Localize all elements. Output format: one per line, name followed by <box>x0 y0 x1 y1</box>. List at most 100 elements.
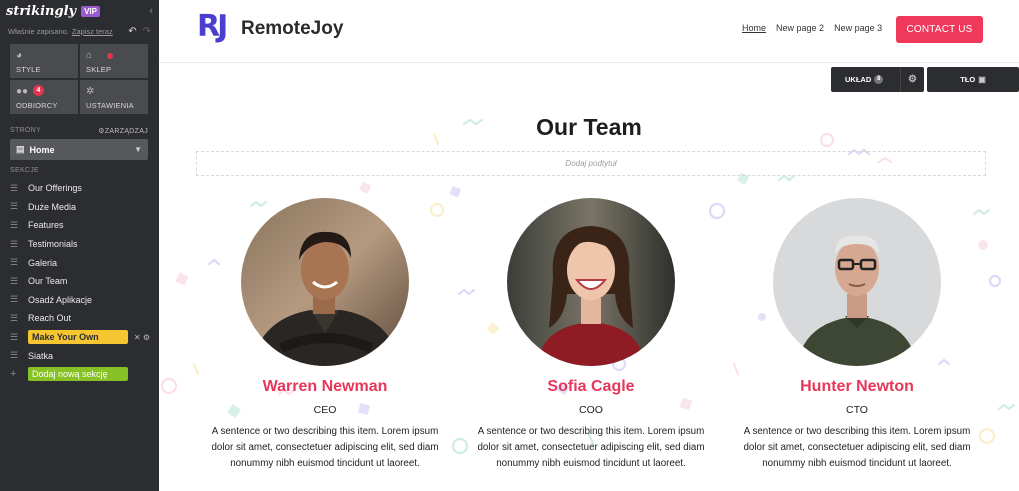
drag-handle-icon[interactable]: ☰ <box>10 257 22 268</box>
team-section-title[interactable]: Our Team <box>159 114 1019 141</box>
drag-handle-icon[interactable]: ☰ <box>10 201 22 212</box>
site-preview: RJ RemoteJoy Home New page 2 New page 3 … <box>159 0 1019 491</box>
member-role[interactable]: COO <box>458 404 724 416</box>
drag-handle-icon[interactable]: ☰ <box>10 313 22 324</box>
page-selector[interactable]: ▤ Home ▼ <box>10 139 148 160</box>
subtitle-placeholder[interactable]: Dodaj podtytuł <box>196 151 986 176</box>
drag-handle-icon[interactable]: ☰ <box>10 350 22 361</box>
section-item[interactable]: ☰ Reach Out <box>10 309 155 328</box>
member-photo[interactable] <box>507 198 675 366</box>
add-section-button[interactable]: + Dodaj nową sekcję <box>10 365 155 384</box>
current-page-name: Home <box>29 144 55 155</box>
woman-portrait-image <box>507 198 675 366</box>
gear-icon[interactable]: ⚙ <box>143 333 150 342</box>
older-man-portrait-image <box>773 198 941 366</box>
manage-gear-icon: ⚙ <box>98 128 105 135</box>
store-tile-label: SKLEP <box>86 65 112 74</box>
pages-header: STRONY ⚙ZARZĄDZAJ <box>10 127 148 135</box>
drag-handle-icon[interactable]: ☰ <box>10 332 22 343</box>
team-member-card: Sofia Cagle COO A sentence or two descri… <box>458 198 724 472</box>
sections-label: SEKCJE <box>10 167 40 174</box>
section-item[interactable]: ☰ Testimonials <box>10 235 155 254</box>
palette-icon: ◕ <box>16 50 23 61</box>
store-tile[interactable]: ⌂ SKLEP <box>80 44 148 78</box>
chevron-down-icon: ▼ <box>134 145 142 154</box>
section-item[interactable]: ☰ Features <box>10 216 155 235</box>
audience-tile[interactable]: ●● 4 ODBIORCY <box>10 80 78 114</box>
drag-handle-icon[interactable]: ☰ <box>10 294 22 305</box>
team-member-card: Warren Newman CEO A sentence or two desc… <box>192 198 458 472</box>
brand-name[interactable]: RemoteJoy <box>241 18 343 40</box>
member-name[interactable]: Hunter Newton <box>724 378 990 396</box>
collapse-sidebar-icon[interactable]: ‹ <box>149 5 153 17</box>
people-icon: ●● <box>16 86 29 97</box>
site-header: RJ RemoteJoy Home New page 2 New page 3 … <box>159 0 1019 63</box>
sidebar-header: strikingly VIP ‹ <box>0 0 159 22</box>
manage-label: ZARZĄDZAJ <box>104 128 148 135</box>
section-name: Testimonials <box>28 239 78 250</box>
section-name: Our Offerings <box>28 183 82 194</box>
redo-icon[interactable]: ↷ <box>143 26 151 37</box>
section-name: Features <box>28 220 64 231</box>
strikingly-logo[interactable]: strikingly <box>6 4 76 19</box>
man-portrait-image <box>241 198 409 366</box>
vip-badge: VIP <box>81 5 100 17</box>
section-name: Osadź Aplikacje <box>28 294 93 305</box>
settings-tile[interactable]: ✲ USTAWIENIA <box>80 80 148 114</box>
member-role[interactable]: CTO <box>724 404 990 416</box>
close-icon[interactable]: ✕ <box>134 333 141 342</box>
manage-pages-link[interactable]: ⚙ZARZĄDZAJ <box>98 127 148 135</box>
save-now-link[interactable]: Zapisz teraz <box>72 27 113 36</box>
store-notification-dot <box>107 53 113 59</box>
section-name: Our Team <box>28 276 68 287</box>
section-tools: ✕ ⚙ <box>134 333 150 342</box>
section-item[interactable]: ☰ Duże Media <box>10 198 155 217</box>
member-role[interactable]: CEO <box>192 404 458 416</box>
gear-icon: ✲ <box>86 86 95 97</box>
audience-count-badge: 4 <box>33 85 44 96</box>
editor-sidebar: strikingly VIP ‹ Właśnie zapisano. Zapis… <box>0 0 159 491</box>
section-name: Make Your Own <box>28 330 128 345</box>
section-item[interactable]: ☰ Our Offerings <box>10 179 155 198</box>
member-photo[interactable] <box>773 198 941 366</box>
save-status: Właśnie zapisano. Zapisz teraz ↶ ↷ <box>0 22 159 40</box>
section-item-active[interactable]: ☰ Make Your Own ✕ ⚙ <box>10 328 155 347</box>
document-icon: ▤ <box>16 144 25 154</box>
save-status-text: Właśnie zapisano. <box>8 26 69 36</box>
plus-icon: + <box>10 368 17 381</box>
add-section-label: Dodaj nową sekcję <box>28 367 128 382</box>
style-tile[interactable]: ◕ STYLE <box>10 44 78 78</box>
member-description[interactable]: A sentence or two describing this item. … <box>724 424 990 472</box>
member-photo[interactable] <box>241 198 409 366</box>
undo-icon[interactable]: ↶ <box>128 26 136 37</box>
member-description[interactable]: A sentence or two describing this item. … <box>458 424 724 472</box>
member-name[interactable]: Warren Newman <box>192 378 458 396</box>
store-icon: ⌂ <box>86 50 93 61</box>
site-nav: Home New page 2 New page 3 <box>742 23 882 33</box>
drag-handle-icon[interactable]: ☰ <box>10 276 22 287</box>
contact-us-button[interactable]: CONTACT US <box>896 16 983 43</box>
style-tile-label: STYLE <box>16 65 41 74</box>
nav-link-new-page-3[interactable]: New page 3 <box>834 23 882 33</box>
audience-tile-label: ODBIORCY <box>16 101 58 110</box>
nav-link-home[interactable]: Home <box>742 23 766 33</box>
section-name: Duże Media <box>28 201 77 212</box>
section-name: Siatka <box>28 350 54 361</box>
member-description[interactable]: A sentence or two describing this item. … <box>192 424 458 472</box>
drag-handle-icon[interactable]: ☰ <box>10 183 22 194</box>
section-item[interactable]: ☰ Our Team <box>10 272 155 291</box>
section-item[interactable]: ☰ Siatka <box>10 346 155 365</box>
editor-tiles: ◕ STYLE ⌂ SKLEP ●● 4 ODBIORCY ✲ USTAWIEN… <box>10 44 148 114</box>
team-member-card: Hunter Newton CTO A sentence or two desc… <box>724 198 990 472</box>
section-name: Galeria <box>28 257 58 268</box>
drag-handle-icon[interactable]: ☰ <box>10 239 22 250</box>
pages-label: STRONY <box>10 127 41 134</box>
sections-list: ☰ Our Offerings ☰ Duże Media ☰ Features ☰ Te… <box>10 179 155 384</box>
section-item[interactable]: ☰ Galeria <box>10 253 155 272</box>
nav-link-new-page-2[interactable]: New page 2 <box>776 23 824 33</box>
brand-logo-mark[interactable]: RJ <box>197 9 228 44</box>
settings-tile-label: USTAWIENIA <box>86 101 134 110</box>
drag-handle-icon[interactable]: ☰ <box>10 220 22 231</box>
member-name[interactable]: Sofia Cagle <box>458 378 724 396</box>
section-item[interactable]: ☰ Osadź Aplikacje <box>10 291 155 310</box>
